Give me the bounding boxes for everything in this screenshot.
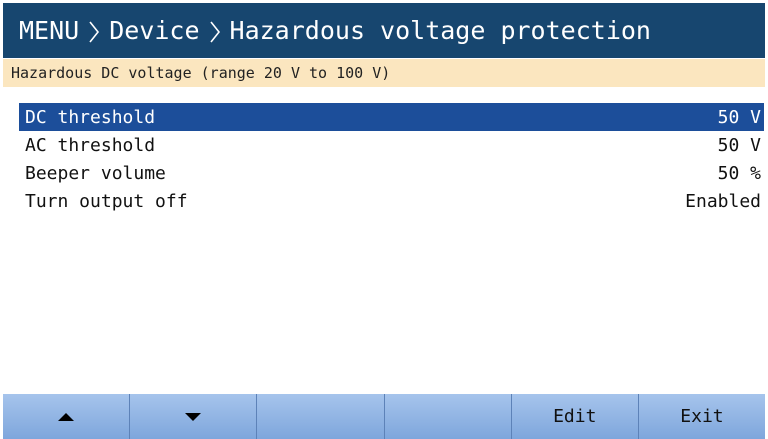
list-item-label: Beeper volume xyxy=(25,162,166,184)
chevron-right-icon xyxy=(79,16,109,45)
breadcrumb-item-device[interactable]: Device xyxy=(109,16,199,45)
breadcrumb: MENU Device Hazardous voltage protection xyxy=(3,3,765,58)
breadcrumb-item-current: Hazardous voltage protection xyxy=(229,16,651,45)
list-item-value: Enabled xyxy=(685,190,761,212)
softkey-up-button[interactable] xyxy=(3,394,130,439)
softkey-3-button[interactable] xyxy=(256,394,384,439)
instrument-screen: MENU Device Hazardous voltage protection… xyxy=(0,0,768,439)
arrow-up-icon xyxy=(58,412,75,421)
list-item-label: DC threshold xyxy=(25,106,156,128)
edit-button-label: Edit xyxy=(553,406,597,427)
arrow-down-icon xyxy=(185,412,202,421)
list-item-ac-threshold[interactable]: AC threshold 50 V xyxy=(19,131,764,159)
list-item-beeper-volume[interactable]: Beeper volume 50 % xyxy=(19,159,764,187)
list-item-dc-threshold[interactable]: DC threshold 50 V xyxy=(19,103,764,131)
exit-button[interactable]: Exit xyxy=(637,394,766,439)
softkey-bar: Edit Exit xyxy=(3,394,766,439)
breadcrumb-item-menu[interactable]: MENU xyxy=(19,16,79,45)
exit-button-label: Exit xyxy=(680,406,724,427)
info-bar: Hazardous DC voltage (range 20 V to 100 … xyxy=(3,59,765,87)
settings-list: DC threshold 50 V AC threshold 50 V Beep… xyxy=(19,103,764,215)
list-item-label: AC threshold xyxy=(25,134,156,156)
info-text: Hazardous DC voltage (range 20 V to 100 … xyxy=(11,64,391,82)
list-item-label: Turn output off xyxy=(25,190,188,212)
list-item-value: 50 V xyxy=(717,134,761,156)
list-item-turn-output-off[interactable]: Turn output off Enabled xyxy=(19,187,764,215)
edit-button[interactable]: Edit xyxy=(510,394,638,439)
softkey-down-button[interactable] xyxy=(129,394,257,439)
list-item-value: 50 V xyxy=(717,106,761,128)
chevron-right-icon xyxy=(200,16,230,45)
softkey-4-button[interactable] xyxy=(383,394,511,439)
list-item-value: 50 % xyxy=(717,162,761,184)
